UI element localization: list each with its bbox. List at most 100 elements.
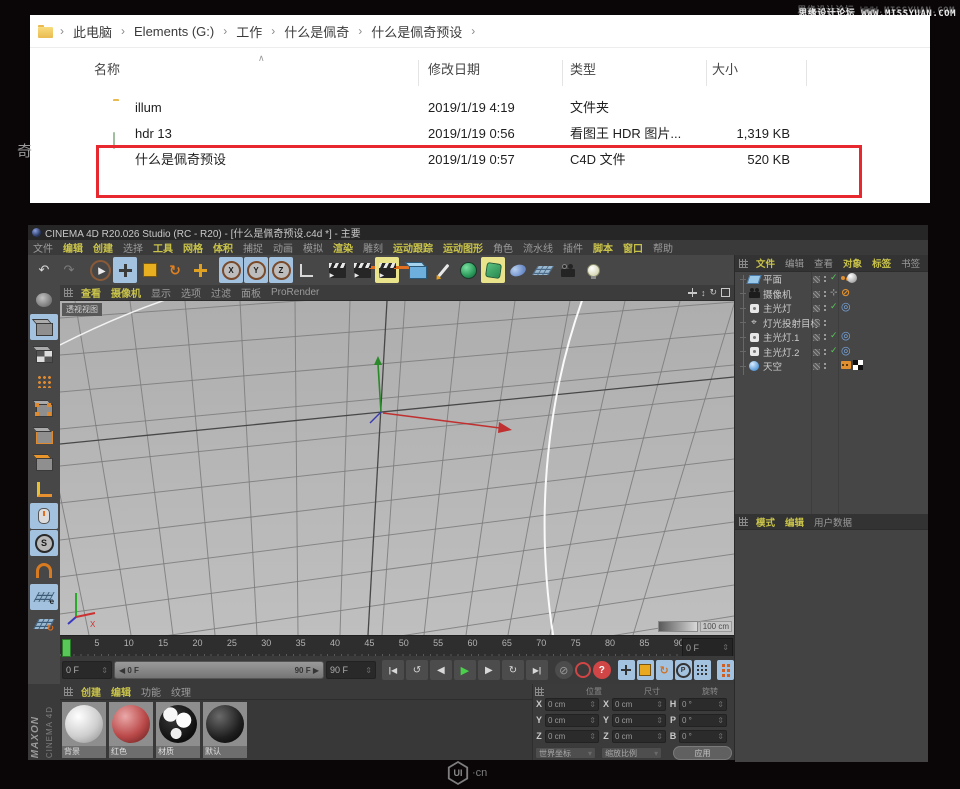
coord-system-dropdown[interactable]: 世界坐标▾: [535, 747, 596, 759]
size-z-input[interactable]: 0 cm⇕: [612, 730, 666, 743]
size-x-input[interactable]: 0 cm⇕: [612, 698, 666, 711]
floor-button[interactable]: [531, 257, 555, 283]
coordinate-system-button[interactable]: [294, 257, 318, 283]
menu-item[interactable]: 模拟: [298, 240, 328, 255]
menu-item[interactable]: 显示: [146, 285, 176, 300]
menu-item[interactable]: 过滤: [206, 285, 236, 300]
object-row-plane[interactable]: 平面 ✓: [735, 272, 928, 287]
spinner-arrows-icon[interactable]: ⇕: [722, 643, 729, 652]
play-button[interactable]: ▶: [454, 660, 476, 680]
object-row-sky[interactable]: 天空: [735, 359, 928, 374]
visibility-dots[interactable]: [824, 363, 826, 365]
menu-item[interactable]: 流水线: [518, 240, 558, 255]
menu-item[interactable]: 标签: [867, 256, 896, 270]
light-button[interactable]: [581, 257, 605, 283]
model-mode-button[interactable]: [30, 314, 58, 340]
menu-item[interactable]: 查看: [76, 285, 106, 300]
enabled-check-icon[interactable]: ✓: [830, 330, 838, 341]
menu-item[interactable]: 面板: [236, 285, 266, 300]
layer-chip[interactable]: [813, 276, 820, 283]
help-button[interactable]: ?: [593, 661, 611, 679]
lock-workplane-button[interactable]: ↻: [30, 611, 58, 637]
material-item-default[interactable]: 默认: [203, 702, 247, 758]
menu-item[interactable]: 捕捉: [238, 240, 268, 255]
loop-mode-button[interactable]: ↻: [502, 660, 524, 680]
move-tool-button[interactable]: [113, 257, 137, 283]
breadcrumb-item[interactable]: Elements (G:): [132, 24, 216, 39]
camera-link-icon[interactable]: ⊹: [830, 287, 838, 298]
menu-item[interactable]: 选择: [118, 240, 148, 255]
pos-z-input[interactable]: 0 cm⇕: [545, 730, 599, 743]
spline-pen-button[interactable]: [431, 257, 455, 283]
menu-item[interactable]: 摄像机: [106, 285, 146, 300]
menu-item[interactable]: 编辑: [58, 240, 88, 255]
size-mode-dropdown[interactable]: 缩放比例▾: [601, 747, 662, 759]
play-backwards-button[interactable]: ↺: [406, 660, 428, 680]
menu-item[interactable]: 对象: [838, 256, 867, 270]
object-row-main-light-2[interactable]: 主光灯.2 ✓ ◎: [735, 345, 928, 360]
viewport-interaction-button[interactable]: [30, 503, 58, 529]
menu-item[interactable]: 帮助: [648, 240, 678, 255]
object-row-main-light[interactable]: 主光灯 ✓ ◎: [735, 301, 928, 316]
lock-x-axis-button[interactable]: X: [219, 257, 243, 283]
start-frame-spinner[interactable]: 0 F ⇕: [62, 661, 112, 679]
spinner-arrows-icon[interactable]: ⇕: [365, 666, 372, 675]
layer-chip[interactable]: [813, 363, 820, 370]
go-to-start-button[interactable]: |◀: [382, 660, 404, 680]
menu-item[interactable]: 脚本: [588, 240, 618, 255]
timeline-ruler[interactable]: 051015202530354045505560657075808590 0 F…: [60, 635, 734, 658]
layer-chip[interactable]: [813, 320, 820, 327]
viewport-canvas[interactable]: 透视视图 X 100 cm: [60, 301, 734, 635]
material-item-red[interactable]: 红色: [109, 702, 153, 758]
menu-item[interactable]: 选项: [176, 285, 206, 300]
layer-chip[interactable]: [813, 305, 820, 312]
menu-item[interactable]: 角色: [488, 240, 518, 255]
menu-item[interactable]: 插件: [558, 240, 588, 255]
menu-item[interactable]: 纹理: [166, 684, 196, 699]
column-header-name[interactable]: 名称: [94, 59, 120, 78]
file-row-illum[interactable]: illum 2019/1/19 4:19 文件夹: [30, 95, 930, 121]
edges-mode-button[interactable]: [30, 422, 58, 448]
pos-y-input[interactable]: 0 cm⇕: [545, 714, 599, 727]
workplane-points-button[interactable]: [30, 368, 58, 394]
add-cube-button[interactable]: [406, 257, 430, 283]
target-tag-icon[interactable]: ◎: [841, 302, 851, 313]
menu-item[interactable]: 创建: [88, 240, 118, 255]
end-frame-spinner[interactable]: 90 F ⇕: [326, 661, 376, 679]
panel-grid-icon[interactable]: [535, 687, 544, 696]
snap-settings-button[interactable]: S: [30, 530, 58, 556]
enabled-check-icon[interactable]: ✓: [830, 301, 838, 312]
file-row-hdr13[interactable]: hdr 13 2019/1/19 0:56 看图王 HDR 图片... 1,31…: [30, 121, 930, 147]
c4d-titlebar[interactable]: CINEMA 4D R20.026 Studio (RC - R20) - [什…: [28, 225, 928, 240]
go-to-end-button[interactable]: ▶|: [526, 660, 548, 680]
enabled-check-icon[interactable]: ✓: [830, 345, 838, 356]
pan-view-icon[interactable]: [688, 288, 697, 297]
protection-tag-icon[interactable]: ⊘: [841, 288, 850, 299]
redo-button[interactable]: ↷: [57, 257, 81, 283]
menu-item[interactable]: 查看: [809, 256, 838, 270]
breadcrumb-item[interactable]: 此电脑: [71, 22, 114, 41]
menu-item[interactable]: 雕刻: [358, 240, 388, 255]
enable-snap-button[interactable]: [30, 557, 58, 583]
last-tool-button[interactable]: [188, 257, 212, 283]
breadcrumb-item[interactable]: 什么是佩奇: [282, 22, 351, 41]
workplane-mode-button[interactable]: e: [30, 584, 58, 610]
object-row-light-target[interactable]: ⌖ 灯光投射目标: [735, 316, 928, 331]
maximize-view-icon[interactable]: [721, 288, 730, 297]
rotate-tool-button[interactable]: ↻: [163, 257, 187, 283]
menu-item[interactable]: 功能: [136, 684, 166, 699]
preview-range-slider[interactable]: ◀ 0 F 90 F ▶: [114, 661, 324, 679]
menu-item[interactable]: 文件: [751, 256, 780, 270]
compositing-tag-icon[interactable]: [841, 361, 851, 369]
visibility-dots[interactable]: [824, 349, 826, 351]
visibility-dots[interactable]: [824, 320, 826, 322]
environment-button[interactable]: [506, 257, 530, 283]
menu-item[interactable]: 体积: [208, 240, 238, 255]
panel-grid-icon[interactable]: [739, 517, 748, 526]
rot-h-input[interactable]: 0 °⇕: [679, 698, 727, 711]
column-divider[interactable]: [562, 60, 563, 86]
layer-chip[interactable]: [813, 291, 820, 298]
enabled-check-icon[interactable]: ✓: [830, 272, 838, 283]
menu-item[interactable]: 窗口: [618, 240, 648, 255]
menu-item[interactable]: 渲染: [328, 240, 358, 255]
